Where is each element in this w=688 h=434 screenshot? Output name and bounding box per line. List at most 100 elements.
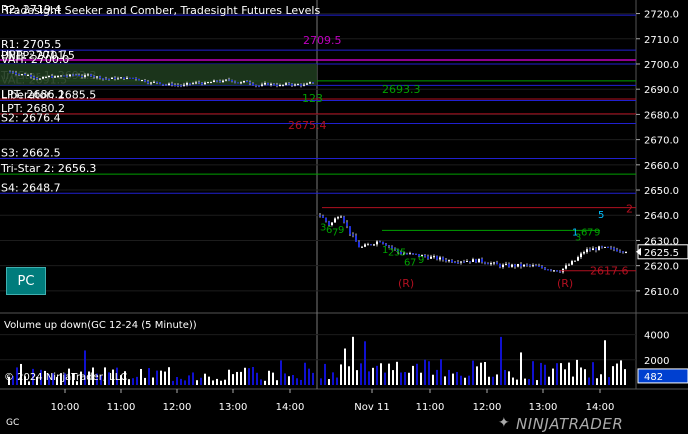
level-label: S2: 2676.4 (1, 111, 61, 124)
chart-annotation: 2693.3 (382, 83, 421, 96)
volume-bar (604, 340, 606, 385)
volume-bar (152, 377, 154, 385)
volume-bar (584, 369, 586, 385)
candle-body (496, 262, 498, 265)
candle-body (529, 264, 531, 266)
candle-body (270, 83, 272, 85)
candle-body (21, 74, 23, 76)
chart-annotation: (R) (398, 277, 414, 290)
candle-body (129, 77, 131, 79)
time-tick-label: 11:00 (107, 402, 136, 413)
candle-body (261, 84, 263, 86)
candle-body (430, 256, 432, 259)
candle-body (216, 80, 218, 82)
candle-body (490, 263, 492, 265)
volume-bar (300, 379, 302, 385)
ninjatrader-logo-icon: ✦ (498, 415, 510, 431)
candle-body (571, 261, 573, 265)
volume-bar (164, 371, 166, 385)
candle-body (87, 74, 89, 76)
value-area-zone (0, 63, 317, 86)
candle-body (370, 244, 372, 246)
candle-body (439, 257, 441, 260)
candle-body (150, 82, 152, 84)
volume-bar (232, 374, 234, 385)
volume-bar (156, 370, 158, 385)
volume-bar (616, 363, 618, 385)
candle-body (198, 82, 200, 84)
candle-body (517, 263, 519, 267)
volume-tick-label: 4000 (644, 331, 669, 342)
candle-body (487, 263, 489, 265)
candle-body (337, 217, 339, 219)
candle-body (195, 82, 197, 84)
candle-body (484, 262, 486, 264)
pc-button[interactable]: PC (6, 267, 46, 295)
volume-bar (220, 380, 222, 385)
volume-bar (312, 372, 314, 385)
candle-body (189, 83, 191, 85)
candle-body (442, 257, 444, 260)
candle-body (24, 74, 26, 76)
volume-bar (144, 377, 146, 385)
candle-body (42, 77, 44, 79)
candle-body (325, 217, 327, 222)
volume-bar (436, 369, 438, 385)
candle-body (192, 83, 194, 85)
candle-body (231, 79, 233, 82)
volume-bar (572, 376, 574, 385)
time-tick-label: 14:00 (276, 402, 305, 413)
volume-bar (132, 378, 134, 385)
price-tick-label: 2710.0 (644, 35, 679, 46)
candle-body (520, 263, 522, 267)
candle-body (147, 81, 149, 84)
volume-bar (364, 341, 366, 385)
volume-bar (244, 367, 246, 385)
candle-body (96, 76, 98, 78)
candle-body (69, 74, 71, 77)
candle-body (249, 82, 251, 84)
candle-body (84, 75, 86, 77)
volume-bar (372, 367, 374, 385)
candle-body (436, 256, 438, 260)
candle-body (616, 249, 618, 252)
candle-body (108, 78, 110, 80)
candle-body (481, 258, 483, 263)
price-tick-label: 2670.0 (644, 136, 679, 147)
candle-body (54, 76, 56, 78)
candle-body (114, 77, 116, 79)
volume-bar (428, 361, 430, 385)
candle-body (123, 77, 125, 79)
candle-body (547, 269, 549, 271)
volume-bar (284, 373, 286, 385)
volume-bar (520, 352, 522, 385)
volume-bar (592, 362, 594, 385)
time-tick-label: 10:00 (51, 402, 80, 413)
volume-bar (464, 377, 466, 385)
candle-body (204, 82, 206, 85)
candle-body (273, 83, 275, 85)
candle-body (409, 253, 411, 255)
volume-bar (480, 362, 482, 385)
volume-bar (172, 380, 174, 385)
volume-bar (216, 378, 218, 385)
candle-body (159, 82, 161, 84)
candle-body (415, 253, 417, 255)
level-label: LPT: 2686.1 (1, 88, 65, 101)
volume-bar (492, 376, 494, 385)
volume-bar (168, 367, 170, 385)
candle-body (349, 226, 351, 235)
volume-bar (536, 380, 538, 385)
volume-bar (532, 361, 534, 385)
candle-body (237, 82, 239, 84)
candle-body (39, 78, 41, 80)
volume-bar (344, 348, 346, 385)
volume-bar (404, 372, 406, 385)
candle-body (625, 251, 627, 253)
candle-body (334, 218, 336, 223)
candle-body (367, 244, 369, 246)
volume-bar (380, 363, 382, 385)
candle-body (183, 84, 185, 86)
price-tick-label: 2680.0 (644, 110, 679, 121)
candle-body (303, 84, 305, 86)
